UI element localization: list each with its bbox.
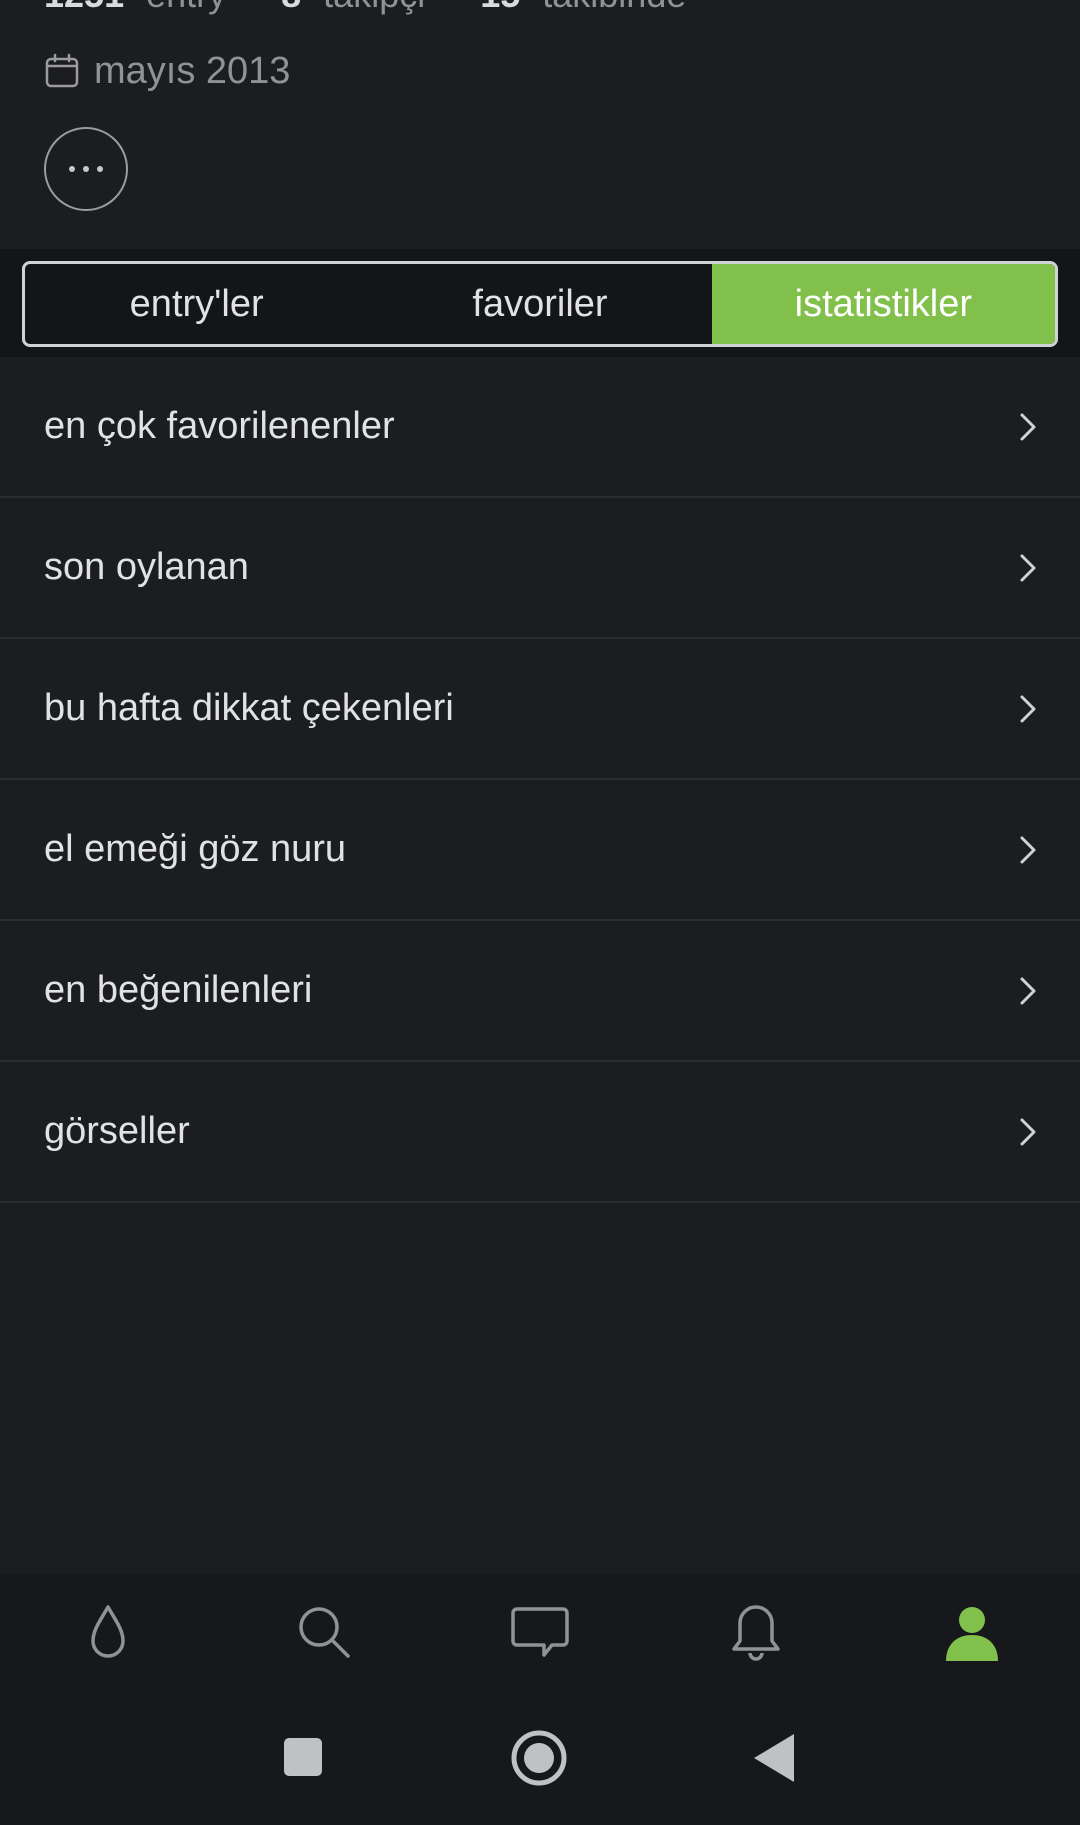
menu-item-label: bu hafta dikkat çekenleri xyxy=(44,687,454,729)
message-icon xyxy=(511,1607,569,1657)
nav-messages[interactable] xyxy=(432,1574,648,1692)
chevron-right-icon xyxy=(1020,413,1036,440)
system-navigation-bar xyxy=(0,1692,1080,1825)
stat-entry-label: entry xyxy=(146,0,226,16)
bottom-navigation xyxy=(0,1574,1080,1692)
chevron-right-icon xyxy=(1020,1118,1036,1145)
stat-following-count: 15 xyxy=(480,0,520,16)
home-button[interactable] xyxy=(503,1722,575,1794)
profile-header: 1251 entry 8 takipçi 15 takibinde mayıs … xyxy=(0,0,1080,249)
profile-page: 1251 entry 8 takipçi 15 takibinde mayıs … xyxy=(0,0,1080,1825)
chevron-right-icon xyxy=(1020,977,1036,1004)
join-date-row: mayıs 2013 xyxy=(44,48,290,94)
stat-following[interactable]: 15 takibinde xyxy=(480,0,686,16)
nav-feed[interactable] xyxy=(0,1574,216,1692)
drop-icon xyxy=(91,1605,125,1658)
more-icon xyxy=(69,166,103,172)
menu-item-label: görseller xyxy=(44,1110,190,1152)
stat-followers[interactable]: 8 takipçi xyxy=(281,0,425,16)
chevron-right-icon xyxy=(1020,554,1036,581)
tab-favorites[interactable]: favoriler xyxy=(368,264,711,344)
more-options-button[interactable] xyxy=(44,127,128,211)
profile-icon xyxy=(946,1607,998,1661)
stat-followers-count: 8 xyxy=(281,0,301,16)
nav-profile[interactable] xyxy=(864,1574,1080,1692)
stat-following-label: takibinde xyxy=(542,0,686,16)
stat-followers-label: takipçi xyxy=(323,0,425,16)
statistics-menu: en çok favorilenenler son oylanan bu haf… xyxy=(0,357,1080,1203)
menu-item-label: en beğenilenleri xyxy=(44,969,313,1011)
tab-entries[interactable]: entry'ler xyxy=(25,264,368,344)
menu-item-notable-this-week[interactable]: bu hafta dikkat çekenleri xyxy=(0,639,1080,780)
menu-item-images[interactable]: görseller xyxy=(0,1062,1080,1203)
nav-notifications[interactable] xyxy=(648,1574,864,1692)
chevron-right-icon xyxy=(1020,695,1036,722)
menu-item-most-favorited[interactable]: en çok favorilenenler xyxy=(0,357,1080,498)
stat-entry[interactable]: 1251 entry xyxy=(44,0,226,16)
menu-item-label: el emeği göz nuru xyxy=(44,828,347,870)
chevron-right-icon xyxy=(1020,836,1036,863)
nav-search[interactable] xyxy=(216,1574,432,1692)
bell-icon xyxy=(732,1605,780,1661)
search-icon xyxy=(299,1607,350,1658)
stat-entry-count: 1251 xyxy=(44,0,124,16)
menu-item-label: en çok favorilenenler xyxy=(44,405,395,447)
back-button[interactable] xyxy=(740,1722,812,1794)
recent-apps-button[interactable] xyxy=(267,1722,339,1794)
tab-statistics[interactable]: istatistikler xyxy=(711,264,1055,344)
square-icon xyxy=(284,1738,322,1776)
back-triangle-icon xyxy=(754,1734,794,1782)
tab-bar: entry'ler favoriler istatistikler xyxy=(22,261,1058,347)
menu-item-last-voted[interactable]: son oylanan xyxy=(0,498,1080,639)
join-date: mayıs 2013 xyxy=(94,49,291,92)
home-circle-icon xyxy=(511,1730,567,1786)
menu-item-most-liked[interactable]: en beğenilenleri xyxy=(0,921,1080,1062)
calendar-icon xyxy=(45,53,79,88)
tab-bar-container: entry'ler favoriler istatistikler xyxy=(0,249,1080,357)
menu-item-label: son oylanan xyxy=(44,546,249,588)
profile-stats: 1251 entry 8 takipçi 15 takibinde xyxy=(44,0,741,16)
menu-item-handmade[interactable]: el emeği göz nuru xyxy=(0,780,1080,921)
